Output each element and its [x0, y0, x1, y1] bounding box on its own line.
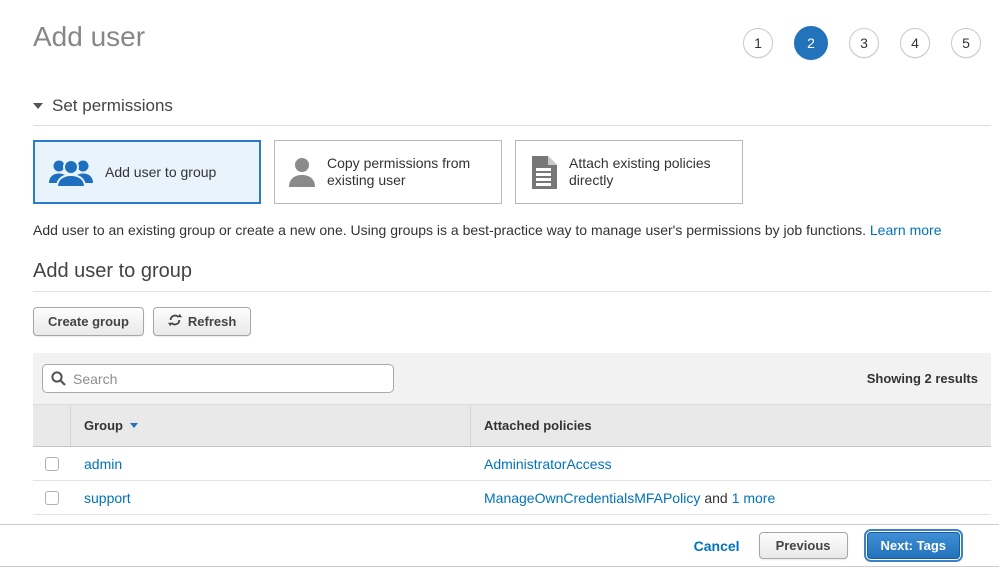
option-add-user-to-group[interactable]: Add user to group	[33, 140, 261, 204]
row-checkbox[interactable]	[45, 491, 59, 505]
step-1: 1	[743, 28, 773, 58]
search-icon	[51, 371, 66, 386]
option-label: Add user to group	[105, 164, 216, 181]
page-header: Add user 1 2 3 4 5	[0, 0, 999, 60]
create-group-label: Create group	[48, 314, 129, 329]
policy-link[interactable]: ManageOwnCredentialsMFAPolicy	[484, 490, 700, 506]
search-box	[42, 364, 394, 393]
collapse-triangle-icon[interactable]	[33, 103, 43, 109]
policies-cell: ManageOwnCredentialsMFAPolicy and 1 more	[471, 481, 991, 514]
next-tags-button[interactable]: Next: Tags	[867, 532, 961, 559]
cancel-link[interactable]: Cancel	[694, 538, 740, 554]
document-icon	[530, 156, 557, 189]
description-text: Add user to an existing group or create …	[33, 222, 866, 238]
group-cell: support	[71, 481, 471, 514]
user-icon	[289, 157, 315, 187]
group-link[interactable]: admin	[84, 456, 122, 472]
sort-descending-icon	[130, 423, 138, 428]
option-label: Copy permissions from existing user	[327, 155, 491, 189]
more-policies-link[interactable]: 1 more	[732, 490, 776, 506]
permission-option-cards: Add user to group Copy permissions from …	[33, 140, 991, 204]
refresh-label: Refresh	[188, 314, 236, 329]
previous-label: Previous	[776, 538, 831, 553]
page-title: Add user	[33, 20, 145, 54]
next-tags-label: Next: Tags	[881, 538, 947, 553]
group-toolbar: Create group Refresh	[33, 307, 991, 336]
previous-button[interactable]: Previous	[759, 532, 848, 559]
policies-column-label: Attached policies	[484, 418, 592, 433]
group-column-label: Group	[84, 418, 123, 433]
policies-column-header: Attached policies	[471, 405, 991, 446]
add-user-to-group-heading: Add user to group	[33, 259, 991, 292]
group-icon	[49, 157, 93, 187]
learn-more-link[interactable]: Learn more	[870, 222, 942, 238]
table-row: admin AdministratorAccess	[33, 447, 991, 481]
step-2-label: 2	[807, 35, 815, 51]
step-3: 3	[849, 28, 879, 58]
step-4: 4	[900, 28, 930, 58]
refresh-button[interactable]: Refresh	[153, 307, 251, 336]
refresh-icon	[168, 313, 182, 330]
policy-link[interactable]: AdministratorAccess	[484, 456, 612, 472]
step-2-active: 2	[794, 26, 828, 60]
option-attach-policies[interactable]: Attach existing policies directly	[515, 140, 743, 204]
table-search-row: Showing 2 results	[33, 353, 991, 405]
and-text: and	[704, 490, 727, 506]
option-label: Attach existing policies directly	[569, 155, 732, 189]
group-cell: admin	[71, 447, 471, 480]
permissions-description: Add user to an existing group or create …	[33, 221, 991, 239]
step-1-label: 1	[754, 35, 762, 51]
option-copy-permissions[interactable]: Copy permissions from existing user	[274, 140, 502, 204]
search-input[interactable]	[42, 364, 394, 393]
groups-table: Showing 2 results Group Attached policie…	[33, 353, 991, 515]
row-checkbox-cell	[33, 447, 71, 480]
header-checkbox-cell	[33, 405, 71, 446]
group-column-header[interactable]: Group	[71, 405, 471, 446]
set-permissions-title: Set permissions	[52, 96, 173, 116]
step-3-label: 3	[860, 35, 868, 51]
wizard-footer: Cancel Previous Next: Tags	[0, 524, 999, 567]
table-row: support ManageOwnCredentialsMFAPolicy an…	[33, 481, 991, 515]
create-group-button[interactable]: Create group	[33, 307, 144, 336]
policies-cell: AdministratorAccess	[471, 447, 991, 480]
row-checkbox-cell	[33, 481, 71, 514]
step-4-label: 4	[911, 35, 919, 51]
row-checkbox[interactable]	[45, 457, 59, 471]
step-5-label: 5	[962, 35, 970, 51]
set-permissions-header: Set permissions	[33, 96, 991, 126]
table-header-row: Group Attached policies	[33, 405, 991, 447]
group-link[interactable]: support	[84, 490, 131, 506]
step-5: 5	[951, 28, 981, 58]
results-count: Showing 2 results	[867, 371, 982, 386]
step-indicator: 1 2 3 4 5	[743, 26, 981, 60]
